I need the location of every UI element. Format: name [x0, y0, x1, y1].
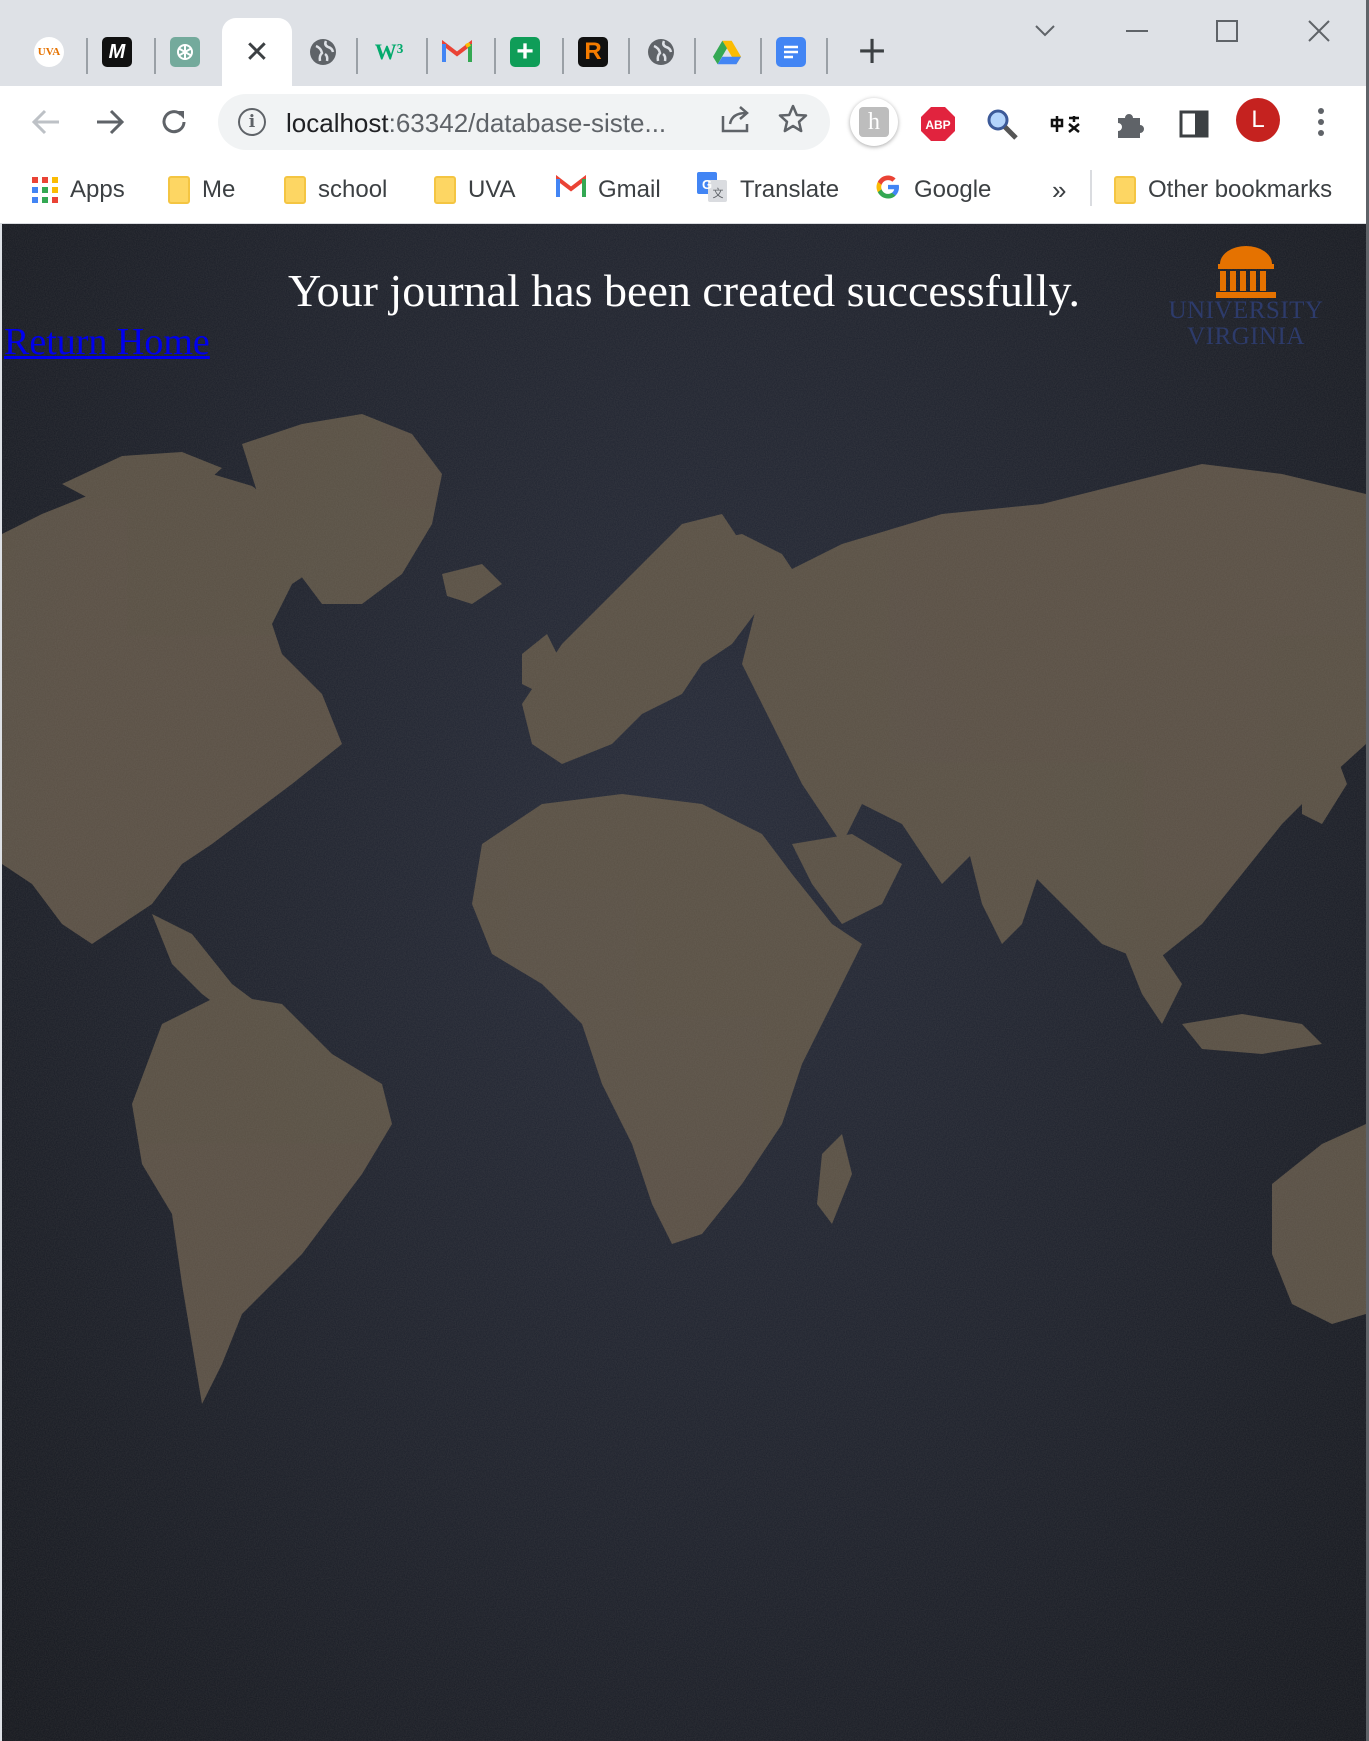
bookmark-star-icon[interactable]	[778, 104, 814, 140]
bookmark-folder-school[interactable]: school	[284, 172, 387, 208]
return-home-link[interactable]: Return Home	[4, 320, 210, 364]
svg-text:ABP: ABP	[925, 118, 950, 132]
chinese-dictionary-extension-icon[interactable]	[1044, 102, 1088, 146]
tab-chatgpt[interactable]	[158, 22, 212, 82]
w3schools-favicon-icon: W³	[374, 39, 404, 64]
globe-favicon-icon	[646, 37, 676, 67]
tab-r[interactable]: R	[566, 22, 620, 82]
folder-icon	[1114, 176, 1136, 204]
folder-icon	[168, 176, 190, 204]
svg-text:文: 文	[713, 186, 724, 200]
uva-wordmark: UNIVERSITY VIRGINIA	[1154, 298, 1338, 350]
folder-icon	[284, 176, 306, 204]
uva-favicon-icon: UVA	[34, 37, 64, 67]
tab-mural[interactable]: M	[90, 22, 144, 82]
tab-uva[interactable]: UVA	[22, 22, 76, 82]
svg-text:G: G	[702, 177, 712, 192]
tab-w3schools[interactable]: W³	[362, 22, 416, 82]
back-arrow-icon[interactable]	[22, 98, 70, 146]
address-bar[interactable]: i localhost:63342/database-siste...	[218, 94, 830, 150]
bookmark-label: Translate	[740, 176, 840, 203]
bookmark-apps[interactable]: Apps	[32, 172, 125, 208]
bookmark-folder-other[interactable]: Other bookmarks	[1114, 172, 1332, 208]
profile-avatar[interactable]: L	[1236, 98, 1280, 142]
chatgpt-favicon-icon	[170, 37, 200, 67]
tab-separator	[154, 38, 156, 74]
minimize-icon[interactable]	[1120, 14, 1154, 48]
new-tab-button[interactable]: +	[852, 28, 892, 72]
tab-globe-1[interactable]	[296, 22, 350, 82]
close-tab-icon[interactable]: ✕	[244, 35, 269, 70]
tab-separator	[356, 38, 358, 74]
tab-separator	[826, 38, 828, 74]
adblock-plus-icon[interactable]: ABP	[916, 102, 960, 146]
tab-separator	[494, 38, 496, 74]
browser-menu-icon[interactable]	[1306, 98, 1336, 146]
bookmark-label: UVA	[468, 176, 516, 203]
bookmark-translate[interactable]: G文 Translate	[696, 171, 840, 210]
gmail-icon	[556, 174, 586, 206]
url-host: localhost	[286, 108, 389, 138]
world-map-background	[2, 224, 1366, 1741]
uva-wordmark-line2: VIRGINIA	[1187, 323, 1305, 350]
bookmark-gmail[interactable]: Gmail	[556, 172, 661, 208]
bookmark-folder-me[interactable]: Me	[168, 172, 235, 208]
tab-strip: UVA M ✕ W³ + R +	[0, 0, 1369, 86]
tab-separator	[426, 38, 428, 74]
bookmarks-overflow-button[interactable]: »	[1052, 172, 1066, 208]
tab-drive[interactable]	[700, 22, 754, 82]
page-content: Your journal has been created successful…	[2, 224, 1366, 1741]
extensions-puzzle-icon[interactable]	[1108, 102, 1152, 146]
tab-search-chevron-icon[interactable]	[1030, 14, 1060, 48]
bookmark-label: Other bookmarks	[1148, 176, 1333, 203]
tab-globe-2[interactable]	[634, 22, 688, 82]
url-text[interactable]: localhost:63342/database-siste...	[286, 108, 666, 139]
folder-icon	[434, 176, 456, 204]
google-translate-icon: G文	[696, 171, 728, 210]
bookmarks-bar: Apps Me school UVA Gmail G文 Translate Go…	[0, 158, 1369, 224]
globe-favicon-icon	[308, 37, 338, 67]
mural-favicon-icon: M	[102, 37, 132, 67]
drive-favicon-icon	[712, 37, 742, 67]
google-g-icon	[874, 173, 902, 208]
tab-separator	[760, 38, 762, 74]
forward-arrow-icon[interactable]	[86, 98, 134, 146]
url-path: :63342/database-siste...	[388, 108, 667, 138]
texture-overlay	[2, 224, 1366, 1741]
bookmark-label: school	[318, 176, 388, 203]
tab-separator	[628, 38, 630, 74]
tab-separator	[562, 38, 564, 74]
reload-icon[interactable]	[150, 98, 198, 146]
tab-separator	[694, 38, 696, 74]
bookmark-label: Google	[914, 176, 992, 203]
bookmark-label: Me	[202, 176, 236, 203]
bookmark-google[interactable]: Google	[874, 172, 991, 208]
close-window-icon[interactable]	[1302, 14, 1336, 48]
search-magnifier-extension-icon[interactable]	[980, 102, 1024, 146]
maximize-icon[interactable]	[1210, 14, 1244, 48]
rotunda-icon	[1216, 246, 1276, 298]
bookmarks-separator	[1090, 170, 1092, 206]
gmail-favicon-icon	[442, 37, 472, 67]
tab-active[interactable]: ✕	[222, 18, 292, 86]
hypothesis-extension-icon[interactable]: h	[850, 98, 898, 146]
bookmark-label: Apps	[70, 176, 125, 203]
apps-grid-icon	[32, 177, 58, 203]
share-icon[interactable]	[720, 104, 756, 140]
side-panel-icon[interactable]	[1172, 102, 1216, 146]
uva-logo: UNIVERSITY VIRGINIA	[1154, 244, 1338, 354]
docs-favicon-icon	[776, 37, 806, 67]
browser-toolbar: i localhost:63342/database-siste... h AB…	[0, 86, 1369, 158]
tab-sheets[interactable]: +	[498, 22, 552, 82]
bookmark-folder-uva[interactable]: UVA	[434, 172, 516, 208]
sheets-plus-favicon-icon: +	[510, 35, 540, 68]
bookmark-label: Gmail	[598, 176, 661, 203]
tab-docs[interactable]	[764, 22, 818, 82]
site-info-icon[interactable]: i	[238, 108, 266, 136]
tab-separator	[86, 38, 88, 74]
r-favicon-icon: R	[578, 37, 608, 67]
tab-gmail[interactable]	[430, 22, 484, 82]
uva-wordmark-line1: UNIVERSITY	[1168, 297, 1324, 324]
